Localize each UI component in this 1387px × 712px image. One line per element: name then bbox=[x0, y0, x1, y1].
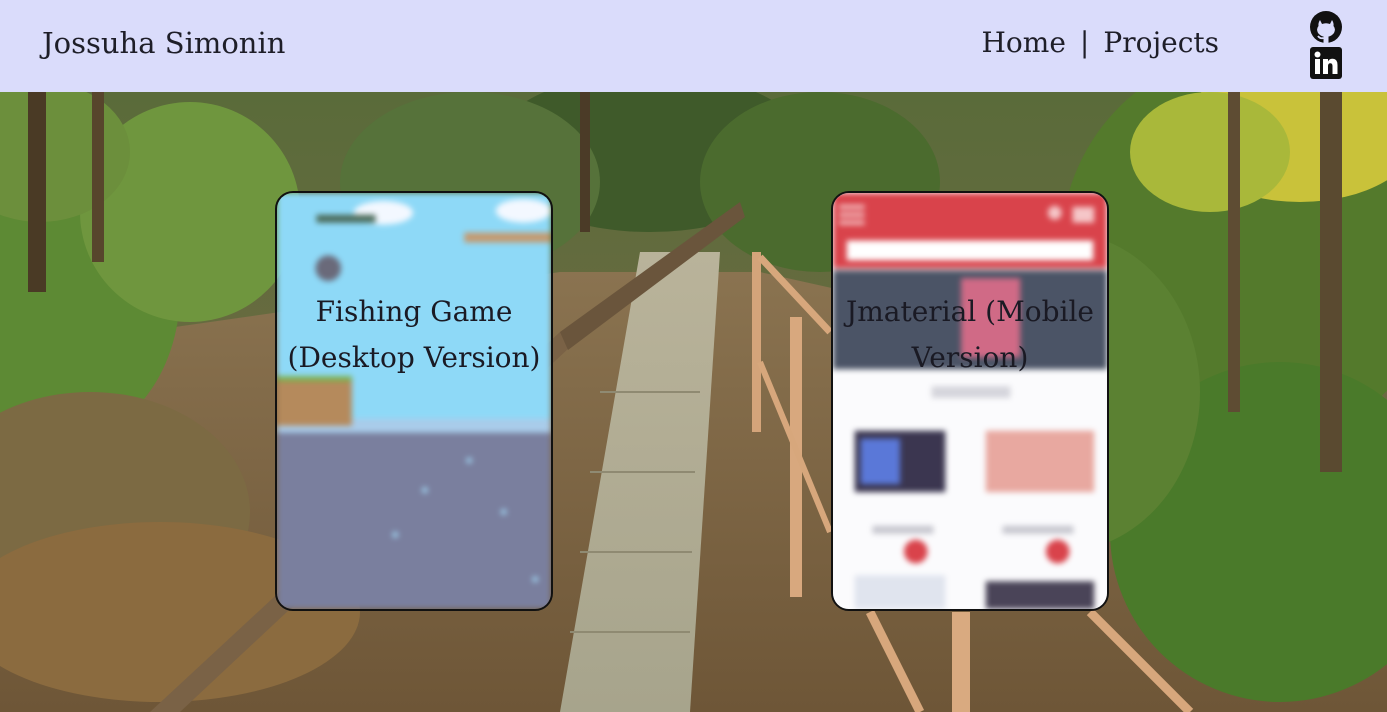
project-title-line: Fishing Game bbox=[315, 295, 513, 328]
linkedin-link[interactable] bbox=[1309, 46, 1343, 80]
fishing-game-preview-image bbox=[277, 193, 551, 609]
nav-separator: | bbox=[1079, 26, 1090, 59]
project-title-line: Version) bbox=[911, 341, 1029, 374]
project-title-line: (Desktop Version) bbox=[287, 341, 541, 374]
github-link[interactable] bbox=[1309, 10, 1343, 44]
jmaterial-preview-image bbox=[833, 193, 1107, 609]
page: Jossuha Simonin Home | Projects Fishing … bbox=[0, 0, 1387, 712]
site-name-link[interactable]: Jossuha Simonin bbox=[42, 26, 285, 60]
github-icon bbox=[1310, 11, 1342, 43]
project-title: Jmaterial (Mobile Version) bbox=[833, 289, 1107, 381]
project-title: Fishing Game (Desktop Version) bbox=[277, 289, 551, 381]
nav-projects-link[interactable]: Projects bbox=[1103, 26, 1219, 59]
nav-home-link[interactable]: Home bbox=[982, 26, 1066, 59]
project-title-line: Jmaterial (Mobile bbox=[845, 295, 1095, 328]
social-links bbox=[1309, 10, 1343, 80]
background-forest-image bbox=[0, 92, 1387, 712]
linkedin-icon bbox=[1310, 47, 1342, 79]
main-nav: Home | Projects bbox=[982, 26, 1219, 59]
site-header: Jossuha Simonin Home | Projects bbox=[0, 0, 1387, 92]
project-card-fishing-game[interactable]: Fishing Game (Desktop Version) bbox=[275, 191, 553, 611]
project-card-jmaterial[interactable]: Jmaterial (Mobile Version) bbox=[831, 191, 1109, 611]
